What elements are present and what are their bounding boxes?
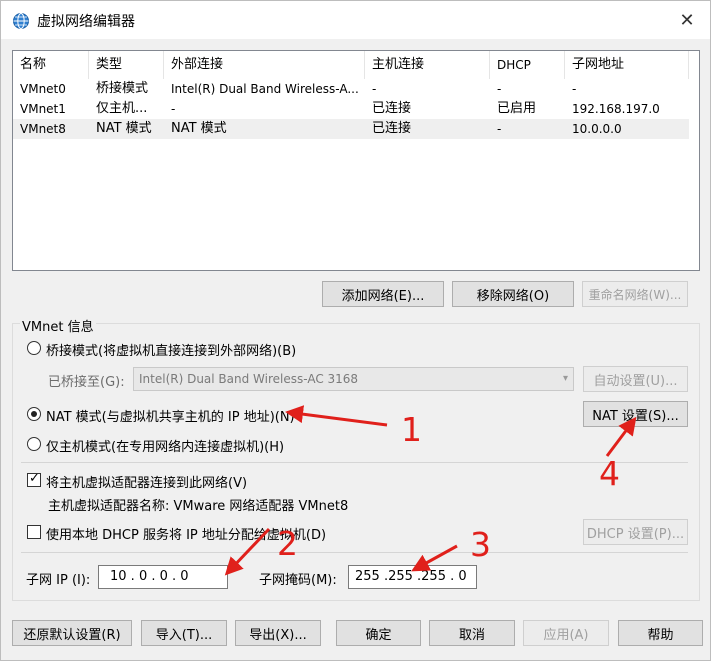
cell-host: 已连接: [372, 101, 412, 116]
bridge-mode-label[interactable]: 桥接模式(将虚拟机直接连接到外部网络)(B): [46, 340, 296, 359]
cell-type: 仅主机...: [96, 101, 148, 116]
add-network-button[interactable]: 添加网络(E)...: [322, 281, 444, 307]
column-header-dhcp[interactable]: DHCP: [490, 51, 565, 79]
rename-network-button[interactable]: 重命名网络(W)...: [582, 281, 688, 307]
virtual-network-editor-dialog: 虚拟网络编辑器 ✕ 名称 类型 外部连接 主机连接 DHCP 子网地址 VMne…: [0, 0, 711, 661]
subnet-ip-label: 子网 IP (I):: [26, 573, 91, 588]
annotation-number-1: 1: [401, 410, 422, 449]
annotation-number-3: 3: [470, 525, 491, 564]
divider: [21, 552, 688, 553]
cell-name: VMnet0: [20, 82, 66, 96]
column-header-host[interactable]: 主机连接: [365, 51, 490, 79]
column-header-external[interactable]: 外部连接: [164, 51, 365, 79]
remove-network-button[interactable]: 移除网络(O): [452, 281, 574, 307]
ok-button[interactable]: 确定: [336, 620, 421, 646]
window-title: 虚拟网络编辑器: [37, 14, 135, 30]
cell-external: -: [171, 102, 176, 116]
table-row[interactable]: VMnet1 仅主机... - 已连接 已启用 192.168.197.0: [13, 99, 689, 119]
title-bar: 虚拟网络编辑器 ✕: [1, 1, 710, 39]
bridged-to-value: Intel(R) Dual Band Wireless-AC 3168: [139, 372, 359, 386]
connect-adapter-checkbox[interactable]: ✓: [27, 471, 41, 487]
checkmark-icon: ✓: [29, 471, 40, 486]
cell-host: 已连接: [372, 121, 412, 136]
annotation-number-2: 2: [277, 524, 298, 563]
network-table[interactable]: 名称 类型 外部连接 主机连接 DHCP 子网地址 VMnet0 桥接模式 In…: [12, 50, 700, 271]
subnet-ip-input[interactable]: 10 . 0 . 0 . 0: [98, 565, 228, 589]
connect-adapter-label[interactable]: 将主机虚拟适配器连接到此网络(V): [46, 472, 247, 491]
restore-defaults-button[interactable]: 还原默认设置(R): [12, 620, 132, 646]
table-row[interactable]: VMnet0 桥接模式 Intel(R) Dual Band Wireless-…: [13, 79, 689, 99]
chevron-down-icon: ▾: [562, 373, 568, 384]
host-only-radio[interactable]: [27, 437, 41, 451]
close-button[interactable]: ✕: [664, 1, 710, 39]
column-header-type[interactable]: 类型: [89, 51, 164, 79]
auto-settings-button[interactable]: 自动设置(U)...: [583, 366, 688, 392]
cell-name: VMnet8: [20, 122, 66, 136]
close-icon: ✕: [679, 9, 695, 31]
dhcp-settings-button[interactable]: DHCP 设置(P)...: [583, 519, 688, 545]
host-only-label[interactable]: 仅主机模式(在专用网络内连接虚拟机)(H): [46, 436, 284, 455]
nat-mode-radio[interactable]: [27, 407, 41, 421]
vmnet-info-label: VMnet 信息: [20, 316, 96, 335]
cell-external: Intel(R) Dual Band Wireless-A...: [171, 82, 359, 96]
cell-dhcp: -: [497, 82, 502, 96]
subnet-mask-label: 子网掩码(M):: [259, 573, 337, 588]
bridged-to-select[interactable]: Intel(R) Dual Band Wireless-AC 3168 ▾: [133, 367, 574, 391]
help-button[interactable]: 帮助: [618, 620, 703, 646]
cell-dhcp: -: [497, 122, 502, 136]
adapter-name-text: 主机虚拟适配器名称: VMware 网络适配器 VMnet8: [48, 499, 349, 514]
table-row-selected[interactable]: VMnet8 NAT 模式 NAT 模式 已连接 - 10.0.0.0: [13, 119, 689, 139]
nat-mode-label[interactable]: NAT 模式(与虚拟机共享主机的 IP 地址)(N): [46, 406, 295, 425]
cell-subnet: -: [572, 82, 577, 96]
cancel-button[interactable]: 取消: [429, 620, 515, 646]
dhcp-checkbox[interactable]: [27, 525, 41, 539]
bridge-mode-radio[interactable]: [27, 341, 41, 355]
bridged-to-label: 已桥接至(G):: [48, 375, 125, 390]
cell-type: 桥接模式: [96, 81, 149, 96]
cell-external: NAT 模式: [171, 121, 227, 136]
cell-host: -: [372, 82, 377, 96]
column-header-name[interactable]: 名称: [13, 51, 89, 79]
column-header-subnet[interactable]: 子网地址: [565, 51, 689, 79]
radio-selected-dot: [31, 411, 37, 417]
network-globe-icon: [13, 13, 29, 29]
divider: [21, 462, 688, 463]
cell-type: NAT 模式: [96, 121, 152, 136]
cell-name: VMnet1: [20, 102, 66, 116]
apply-button[interactable]: 应用(A): [523, 620, 609, 646]
export-button[interactable]: 导出(X)...: [235, 620, 321, 646]
subnet-mask-input[interactable]: 255 .255 .255 . 0: [348, 565, 477, 589]
nat-settings-button[interactable]: NAT 设置(S)...: [583, 401, 688, 427]
cell-subnet: 192.168.197.0: [572, 102, 660, 116]
annotation-number-4: 4: [599, 454, 620, 493]
cell-subnet: 10.0.0.0: [572, 122, 622, 136]
cell-dhcp: 已启用: [497, 101, 537, 116]
import-button[interactable]: 导入(T)...: [141, 620, 227, 646]
